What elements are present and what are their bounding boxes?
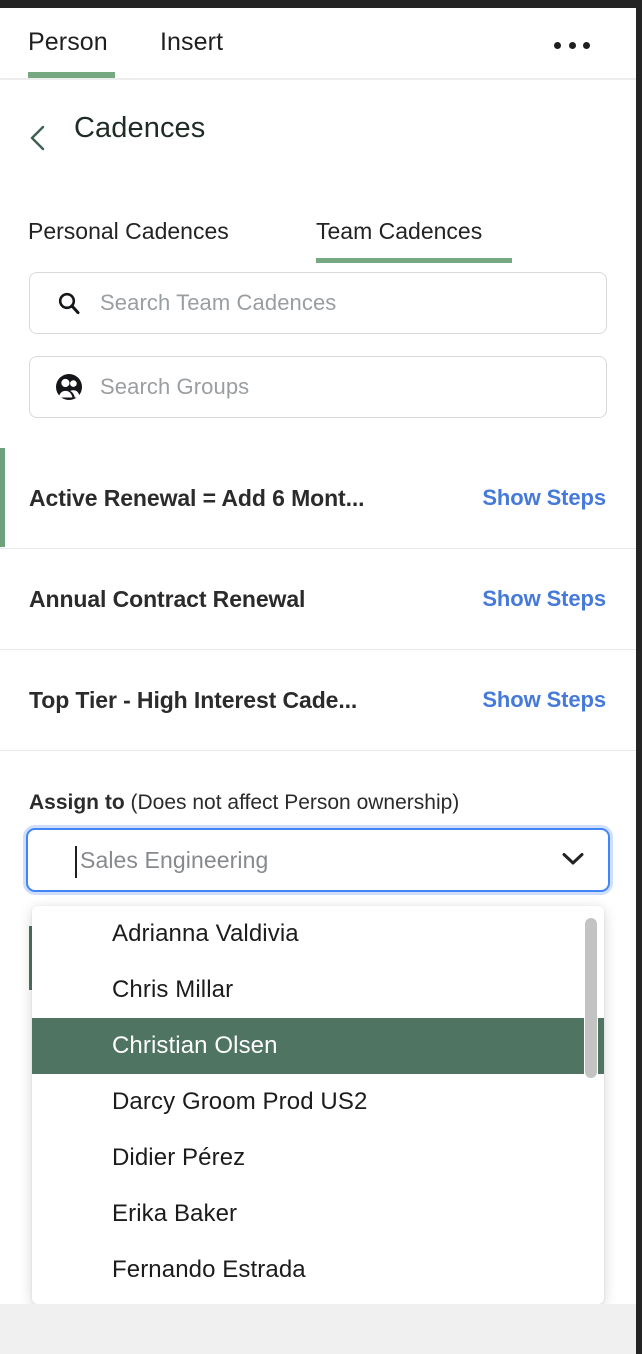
- text-caret: [75, 846, 77, 878]
- search-icon: [52, 290, 86, 316]
- cadence-name: Active Renewal = Add 6 Mont...: [29, 484, 365, 511]
- assign-to-label-note: (Does not affect Person ownership): [124, 791, 460, 814]
- bottom-surface: [0, 1304, 636, 1354]
- assign-to-placeholder: Sales Engineering: [80, 846, 269, 873]
- dropdown-option[interactable]: Darcy Groom Prod US2: [32, 1074, 604, 1130]
- selected-accent-bar: [0, 549, 5, 648]
- ellipsis-icon[interactable]: [554, 36, 590, 54]
- selected-accent-bar: [0, 650, 5, 749]
- cadence-row[interactable]: Active Renewal = Add 6 Mont... Show Step…: [0, 448, 636, 549]
- page-title: Cadences: [74, 112, 206, 144]
- assign-to-label: Assign to (Does not affect Person owners…: [29, 791, 459, 815]
- header-row: Cadences: [0, 80, 636, 186]
- show-steps-link[interactable]: Show Steps: [482, 485, 606, 511]
- assign-to-label-bold: Assign to: [29, 791, 125, 814]
- search-groups-placeholder: Search Groups: [100, 374, 250, 399]
- show-steps-link[interactable]: Show Steps: [482, 687, 606, 713]
- cadence-list: Active Renewal = Add 6 Mont... Show Step…: [0, 448, 636, 751]
- cadence-name: Annual Contract Renewal: [29, 585, 306, 612]
- dropdown-option-selected[interactable]: Christian Olsen: [32, 1018, 604, 1074]
- group-icon: [52, 373, 86, 401]
- dropdown-option[interactable]: Didier Pérez: [32, 1130, 604, 1186]
- subtab-team-cadences[interactable]: Team Cadences: [316, 218, 482, 245]
- dropdown-option[interactable]: Erika Baker: [32, 1186, 604, 1242]
- dropdown-option[interactable]: Fernando Estrada: [32, 1242, 604, 1298]
- assign-to-dropdown: Adrianna Valdivia Chris Millar Christian…: [32, 906, 604, 1304]
- cadence-row[interactable]: Annual Contract Renewal Show Steps: [0, 549, 636, 650]
- tab-person[interactable]: Person: [28, 28, 108, 61]
- app-window: Person Insert Cadences Personal Cadences…: [0, 0, 642, 1354]
- top-tab-bar: Person Insert: [0, 8, 636, 80]
- cadence-row[interactable]: Top Tier - High Interest Cade... Show St…: [0, 650, 636, 751]
- show-steps-link[interactable]: Show Steps: [482, 586, 606, 612]
- dropdown-option[interactable]: Chris Millar: [32, 962, 604, 1018]
- assign-to-select[interactable]: Sales Engineering: [26, 828, 610, 892]
- search-groups-input[interactable]: Search Groups: [29, 356, 607, 418]
- dropdown-scrollbar-thumb[interactable]: [585, 918, 597, 1078]
- subtab-personal-cadences[interactable]: Personal Cadences: [28, 218, 229, 245]
- chevron-left-icon[interactable]: [28, 124, 48, 151]
- search-team-cadences-input[interactable]: Search Team Cadences: [29, 272, 607, 334]
- selected-accent-bar: [0, 448, 5, 547]
- tab-insert[interactable]: Insert: [160, 28, 223, 61]
- dropdown-option[interactable]: Adrianna Valdivia: [32, 906, 604, 962]
- tab-person-active-indicator: [28, 72, 115, 78]
- cadence-name: Top Tier - High Interest Cade...: [29, 686, 358, 713]
- subtab-active-indicator: [316, 258, 512, 263]
- chevron-down-icon[interactable]: [562, 852, 584, 866]
- search-team-cadences-placeholder: Search Team Cadences: [100, 290, 337, 315]
